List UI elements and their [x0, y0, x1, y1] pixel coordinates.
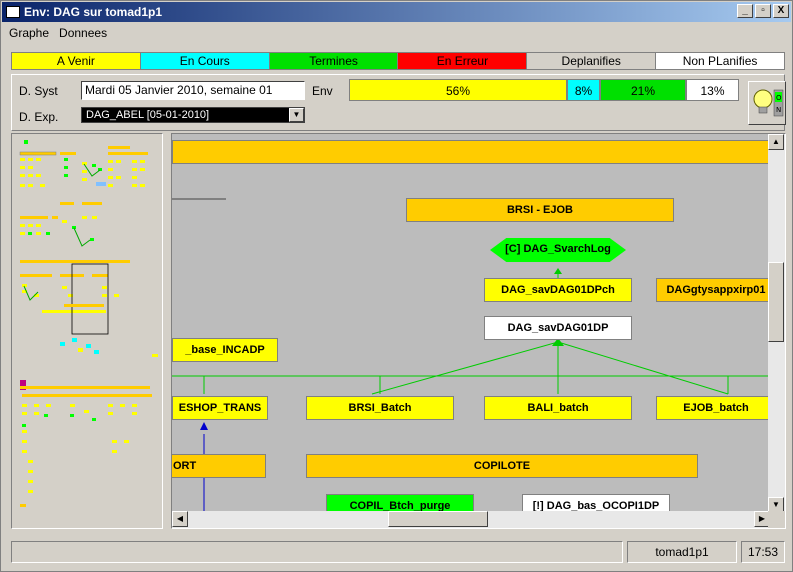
node-top-group[interactable] — [172, 140, 770, 164]
scroll-up-button[interactable]: ▲ — [768, 134, 784, 150]
menu-bar: Graphe Donnees — [3, 24, 107, 42]
horizontal-scrollbar[interactable]: ◀ ▶ — [172, 511, 770, 528]
node-dag-svarchlog[interactable]: [C] DAG_SvarchLog — [490, 238, 626, 262]
d-syst-label: D. Syst — [19, 84, 58, 98]
chevron-down-icon[interactable]: ▼ — [289, 108, 304, 122]
node-left-group[interactable] — [172, 198, 226, 200]
node-dag-savdag01dpch[interactable]: DAG_savDAG01DPch — [484, 278, 632, 302]
status-message — [11, 541, 623, 563]
vertical-scroll-thumb[interactable] — [768, 262, 784, 342]
node-eshop-trans[interactable]: ESHOP_TRANS — [172, 396, 268, 420]
legend-a-venir: A Venir — [12, 53, 141, 69]
window-title: Env: DAG sur tomad1p1 — [24, 5, 163, 19]
graph-view[interactable]: BRSI - EJOB [C] DAG_SvarchLog DAG_savDAG… — [171, 133, 786, 529]
node-base-incadp[interactable]: _base_INCADP — [172, 338, 278, 362]
legend-en-cours: En Cours — [140, 53, 270, 69]
node-daggtysappxirp01[interactable]: DAGgtysappxirp01 — [656, 278, 770, 302]
maximize-button[interactable]: ▫ — [755, 4, 771, 18]
d-syst-field[interactable]: Mardi 05 Janvier 2010, semaine 01 — [81, 81, 305, 100]
status-time: 17:53 — [741, 541, 785, 563]
legend-en-erreur: En Erreur — [398, 53, 528, 69]
close-button[interactable]: X — [773, 4, 789, 18]
title-bar: Env: DAG sur tomad1p1 _ ▫ X — [2, 2, 791, 22]
progress-en-cours: 8% — [567, 79, 600, 101]
node-copilote[interactable]: COPILOTE — [306, 454, 698, 478]
node-brsi-batch[interactable]: BRSI_Batch — [306, 396, 454, 420]
d-exp-select[interactable]: DAG_ABEL [05-01-2010] ▼ — [81, 107, 305, 123]
env-label: Env — [312, 84, 333, 98]
minimize-button[interactable]: _ — [737, 4, 753, 18]
node-bali-batch[interactable]: BALI_batch — [484, 396, 632, 420]
overview-graph — [19, 140, 158, 507]
main-window: Env: DAG sur tomad1p1 _ ▫ X Graphe Donne… — [0, 0, 793, 572]
d-exp-value: DAG_ABEL [05-01-2010] — [86, 109, 210, 121]
graph-canvas[interactable]: BRSI - EJOB [C] DAG_SvarchLog DAG_savDAG… — [172, 134, 770, 513]
menu-donnees[interactable]: Donnees — [59, 26, 107, 40]
progress-non-planifies: 13% — [686, 79, 739, 101]
menu-graphe[interactable]: Graphe — [9, 26, 49, 40]
app-icon — [6, 6, 20, 18]
legend-deplanifies: Deplanifies — [527, 53, 657, 69]
lightbulb-on-icon[interactable]: O N — [748, 81, 786, 125]
scroll-corner — [768, 511, 785, 528]
horizontal-scroll-thumb[interactable] — [388, 511, 488, 527]
legend-termines: Termines — [269, 53, 399, 69]
node-brsi-ejob[interactable]: BRSI - EJOB — [406, 198, 674, 222]
overview-map[interactable] — [11, 133, 163, 529]
vertical-scrollbar[interactable]: ▲ ▼ — [768, 134, 785, 513]
legend-non-planifies: Non PLanifies — [656, 53, 784, 69]
node-ort[interactable]: ORT — [172, 454, 266, 478]
scroll-left-button[interactable]: ◀ — [172, 511, 188, 527]
svg-text:N: N — [776, 106, 781, 114]
status-host: tomad1p1 — [627, 541, 737, 563]
progress-termines: 21% — [600, 79, 686, 101]
status-bar: tomad1p1 17:53 — [11, 541, 785, 563]
progress-a-venir: 56% — [349, 79, 567, 101]
svg-text:O: O — [776, 94, 782, 102]
status-legend: A Venir En Cours Termines En Erreur Depl… — [11, 52, 785, 70]
d-exp-label: D. Exp. — [19, 110, 59, 124]
node-ejob-batch[interactable]: EJOB_batch — [656, 396, 770, 420]
node-dag-savdag01dp[interactable]: DAG_savDAG01DP — [484, 316, 632, 340]
